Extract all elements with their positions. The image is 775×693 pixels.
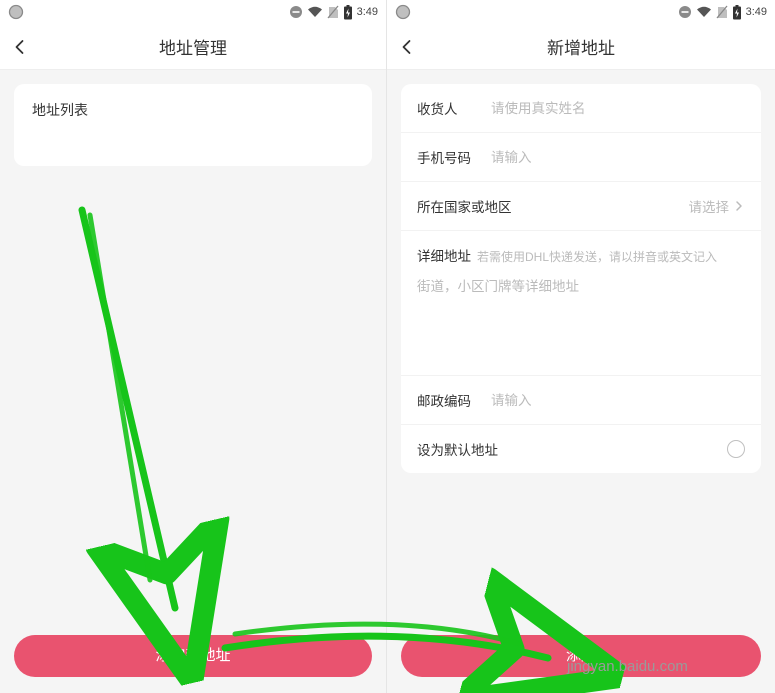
back-button[interactable] <box>387 24 427 70</box>
recipient-input[interactable] <box>491 101 745 116</box>
detail-address-row[interactable]: 详细地址 若需使用DHL快递发送，请以拼音或英文记入 <box>401 231 761 376</box>
back-button[interactable] <box>0 24 40 70</box>
submit-add-button[interactable]: 添加 <box>401 635 761 677</box>
wifi-icon <box>307 6 323 18</box>
postal-input[interactable] <box>491 393 745 408</box>
do-not-disturb-icon <box>678 5 692 19</box>
default-address-row[interactable]: 设为默认地址 <box>401 425 761 473</box>
recipient-row[interactable]: 收货人 <box>401 84 761 133</box>
camera-shutter-icon <box>8 4 24 20</box>
phone-row[interactable]: 手机号码 <box>401 133 761 182</box>
no-sim-icon <box>716 5 728 19</box>
region-row[interactable]: 所在国家或地区 请选择 <box>401 182 761 231</box>
camera-shutter-icon <box>395 4 411 20</box>
default-toggle[interactable] <box>727 440 745 458</box>
phone-label: 手机号码 <box>417 147 491 167</box>
status-bar: 3:49 <box>0 0 386 24</box>
wifi-icon <box>696 6 712 18</box>
chevron-right-icon <box>733 200 745 212</box>
chevron-left-icon <box>398 38 416 56</box>
status-time: 3:49 <box>357 6 378 18</box>
phone-input[interactable] <box>491 150 745 165</box>
address-list-heading: 地址列表 <box>14 84 372 136</box>
detail-input[interactable] <box>417 275 745 367</box>
status-bar: 3:49 <box>387 0 775 24</box>
postal-label: 邮政编码 <box>417 390 491 410</box>
recipient-label: 收货人 <box>417 98 491 118</box>
detail-label: 详细地址 <box>417 245 471 265</box>
default-toggle-label: 设为默认地址 <box>417 439 498 459</box>
postal-row[interactable]: 邮政编码 <box>401 376 761 425</box>
detail-hint: 若需使用DHL快递发送，请以拼音或英文记入 <box>477 248 717 265</box>
titlebar: 地址管理 <box>0 24 386 70</box>
page-title: 地址管理 <box>0 34 386 59</box>
address-form-card: 收货人 手机号码 所在国家或地区 请选择 详细地址 <box>401 84 761 473</box>
page-title: 新增地址 <box>387 34 775 59</box>
battery-icon <box>343 5 353 20</box>
address-list-card: 地址列表 <box>14 84 372 166</box>
no-sim-icon <box>327 5 339 19</box>
add-address-button[interactable]: 添加新地址 <box>14 635 372 677</box>
battery-icon <box>732 5 742 20</box>
region-label: 所在国家或地区 <box>417 196 512 216</box>
status-time: 3:49 <box>746 6 767 18</box>
chevron-left-icon <box>11 38 29 56</box>
titlebar: 新增地址 <box>387 24 775 70</box>
region-select-text: 请选择 <box>689 196 730 216</box>
do-not-disturb-icon <box>289 5 303 19</box>
